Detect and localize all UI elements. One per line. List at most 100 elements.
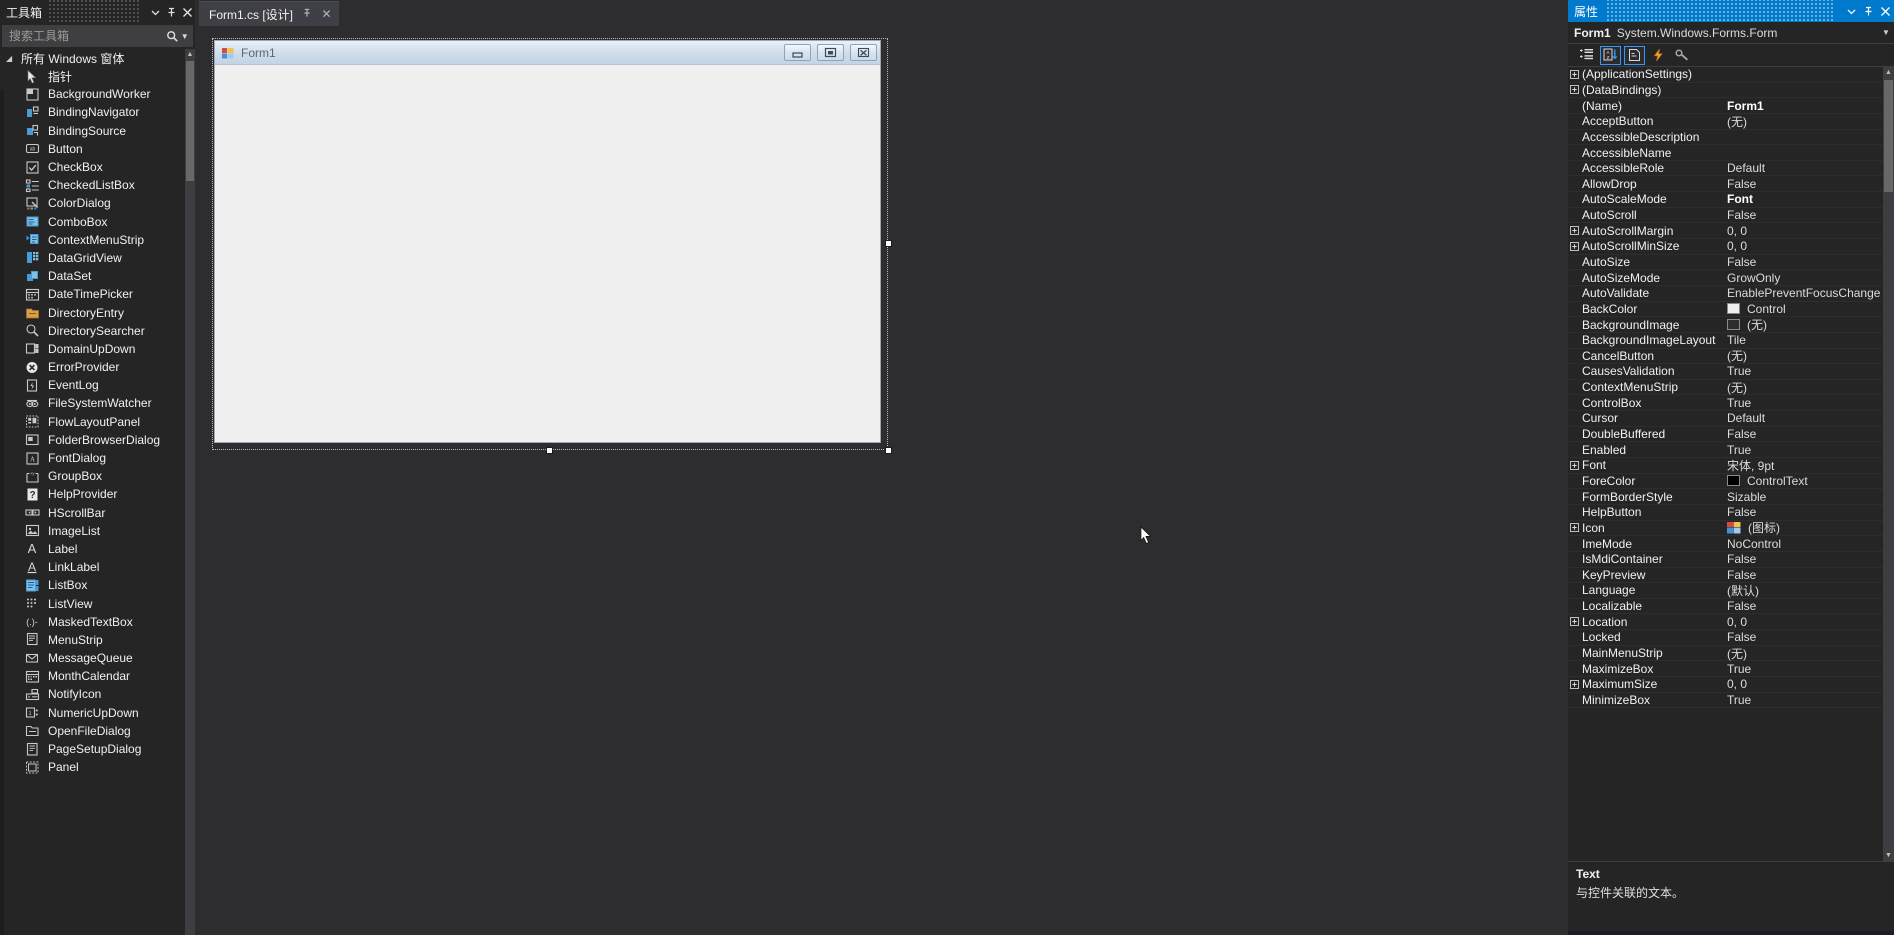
property-row[interactable]: BackColor Control bbox=[1568, 302, 1883, 318]
close-icon[interactable]: ✕ bbox=[320, 7, 333, 21]
property-row[interactable]: Font 宋体, 9pt bbox=[1568, 458, 1883, 474]
alphabetical-sort-icon[interactable]: A Z bbox=[1600, 45, 1621, 65]
toolbox-item[interactable]: DomainUpDown bbox=[0, 340, 185, 358]
property-value[interactable]: 0, 0 bbox=[1726, 615, 1883, 629]
property-value[interactable]: ControlText bbox=[1726, 474, 1883, 488]
search-input[interactable] bbox=[3, 29, 164, 43]
toolbox-item[interactable]: BindingSource bbox=[0, 122, 185, 140]
property-row[interactable]: AcceptButton (无) bbox=[1568, 114, 1883, 130]
property-value[interactable]: (无) bbox=[1726, 347, 1883, 364]
property-value[interactable]: True bbox=[1726, 443, 1883, 457]
chevron-down-icon[interactable]: ▼ bbox=[1878, 28, 1894, 37]
property-value[interactable]: (无) bbox=[1726, 645, 1883, 662]
toolbox-item[interactable]: (.)- MaskedTextBox bbox=[0, 613, 185, 631]
property-row[interactable]: Enabled True bbox=[1568, 442, 1883, 459]
expander-plus-icon[interactable] bbox=[1568, 226, 1581, 236]
property-row[interactable]: (ApplicationSettings) bbox=[1568, 67, 1883, 83]
events-lightning-icon[interactable] bbox=[1648, 46, 1669, 65]
toolbox-item[interactable]: ab Button bbox=[0, 140, 185, 158]
property-value[interactable]: (默认) bbox=[1726, 582, 1883, 599]
property-value[interactable]: (无) bbox=[1726, 316, 1883, 333]
property-row[interactable]: MaximizeBox True bbox=[1568, 661, 1883, 677]
toolbox-item[interactable]: ContextMenuStrip bbox=[0, 231, 185, 249]
property-row[interactable]: Language (默认) bbox=[1568, 583, 1883, 599]
toolbox-item[interactable]: MonthCalendar bbox=[0, 667, 185, 685]
expander-plus-icon[interactable] bbox=[1568, 241, 1581, 251]
property-row[interactable]: CausesValidation True bbox=[1568, 364, 1883, 380]
toolbox-item[interactable]: FlowLayoutPanel bbox=[0, 413, 185, 431]
chevron-down-icon[interactable] bbox=[147, 2, 163, 22]
property-row[interactable]: CancelButton (无) bbox=[1568, 349, 1883, 365]
form-selection-frame[interactable]: Form1 bbox=[212, 38, 892, 454]
property-row[interactable]: AccessibleRole Default bbox=[1568, 161, 1883, 177]
property-row[interactable]: Locked False bbox=[1568, 630, 1883, 646]
property-row[interactable]: ControlBox True bbox=[1568, 395, 1883, 412]
properties-page-icon[interactable] bbox=[1624, 45, 1645, 65]
property-value[interactable]: (图标) bbox=[1726, 519, 1883, 536]
property-row[interactable]: AccessibleDescription bbox=[1568, 130, 1883, 146]
toolbox-item[interactable]: ? HelpProvider bbox=[0, 485, 185, 503]
maximize-icon[interactable] bbox=[817, 44, 844, 61]
toolbox-item[interactable]: A Label bbox=[0, 540, 185, 558]
toolbox-item[interactable]: ImageList bbox=[0, 522, 185, 540]
toolbox-item[interactable]: PageSetupDialog bbox=[0, 740, 185, 758]
property-row[interactable]: AutoScrollMinSize 0, 0 bbox=[1568, 239, 1883, 255]
toolbox-item[interactable]: 1 NumericUpDown bbox=[0, 704, 185, 722]
property-row[interactable]: Cursor Default bbox=[1568, 411, 1883, 427]
toolbox-item[interactable]: MenuStrip bbox=[0, 631, 185, 649]
property-value[interactable]: True bbox=[1726, 364, 1883, 378]
resize-handle-southeast[interactable] bbox=[885, 447, 892, 454]
property-row[interactable]: MaximumSize 0, 0 bbox=[1568, 677, 1883, 693]
expander-plus-icon[interactable] bbox=[1568, 69, 1581, 79]
expander-plus-icon[interactable] bbox=[1568, 523, 1581, 533]
toolbox-item[interactable]: A FontDialog bbox=[0, 449, 185, 467]
toolbox-item[interactable]: NotifyIcon bbox=[0, 685, 185, 703]
scroll-up-arrow-icon[interactable]: ▲ bbox=[1883, 67, 1894, 78]
pin-icon[interactable] bbox=[300, 8, 313, 21]
property-value[interactable]: 0, 0 bbox=[1726, 677, 1883, 691]
toolbox-item[interactable]: ErrorProvider bbox=[0, 358, 185, 376]
expander-plus-icon[interactable] bbox=[1568, 85, 1581, 95]
property-row[interactable]: KeyPreview False bbox=[1568, 568, 1883, 584]
property-row[interactable]: (DataBindings) bbox=[1568, 83, 1883, 99]
close-icon[interactable] bbox=[179, 2, 195, 22]
property-row[interactable]: Localizable False bbox=[1568, 599, 1883, 615]
search-icon[interactable] bbox=[164, 30, 181, 43]
form1-window[interactable]: Form1 bbox=[214, 40, 881, 443]
property-value[interactable]: Sizable bbox=[1726, 490, 1883, 504]
toolbox-group-all-windows-forms[interactable]: ◢ 所有 Windows 窗体 bbox=[0, 49, 185, 67]
toolbox-item[interactable]: OpenFileDialog bbox=[0, 722, 185, 740]
toolbox-item[interactable]: FileSystemWatcher bbox=[0, 394, 185, 412]
property-value[interactable]: Control bbox=[1726, 302, 1883, 316]
toolbox-item[interactable]: ListView bbox=[0, 594, 185, 612]
property-value[interactable]: True bbox=[1726, 662, 1883, 676]
form-title-bar[interactable]: Form1 bbox=[215, 41, 880, 65]
expander-plus-icon[interactable] bbox=[1568, 679, 1581, 689]
toolbox-item[interactable]: DataGridView bbox=[0, 249, 185, 267]
close-icon[interactable] bbox=[1877, 0, 1894, 22]
toolbox-item[interactable]: FolderBrowserDialog bbox=[0, 431, 185, 449]
property-value[interactable]: False bbox=[1726, 630, 1883, 644]
toolbox-item[interactable]: EventLog bbox=[0, 376, 185, 394]
property-value[interactable]: False bbox=[1726, 552, 1883, 566]
toolbox-item[interactable]: DirectoryEntry bbox=[0, 303, 185, 321]
property-row[interactable]: DoubleBuffered False bbox=[1568, 427, 1883, 443]
pin-icon[interactable] bbox=[163, 2, 179, 22]
scrollbar-thumb[interactable] bbox=[1884, 80, 1893, 192]
tab-form1-designer[interactable]: Form1.cs [设计] ✕ bbox=[199, 1, 340, 26]
toolbox-item[interactable]: MessageQueue bbox=[0, 649, 185, 667]
properties-scrollbar[interactable]: ▲ ▼ bbox=[1883, 67, 1894, 861]
properties-object-selector[interactable]: Form1 System.Windows.Forms.Form ▼ bbox=[1568, 22, 1894, 44]
property-row[interactable]: AutoValidate EnablePreventFocusChange bbox=[1568, 286, 1883, 302]
property-value[interactable]: Tile bbox=[1726, 333, 1883, 347]
property-row[interactable]: ForeColor ControlText bbox=[1568, 474, 1883, 490]
toolbox-item[interactable]: BindingNavigator bbox=[0, 103, 185, 121]
property-row[interactable]: ImeMode NoControl bbox=[1568, 536, 1883, 552]
property-value[interactable]: False bbox=[1726, 177, 1883, 191]
property-value[interactable]: 宋体, 9pt bbox=[1726, 457, 1883, 474]
expander-plus-icon[interactable] bbox=[1568, 617, 1581, 627]
property-value[interactable]: False bbox=[1726, 568, 1883, 582]
property-row[interactable]: MinimizeBox True bbox=[1568, 693, 1883, 709]
property-row[interactable]: BackgroundImageLayout Tile bbox=[1568, 333, 1883, 349]
property-value[interactable]: Default bbox=[1726, 411, 1883, 425]
